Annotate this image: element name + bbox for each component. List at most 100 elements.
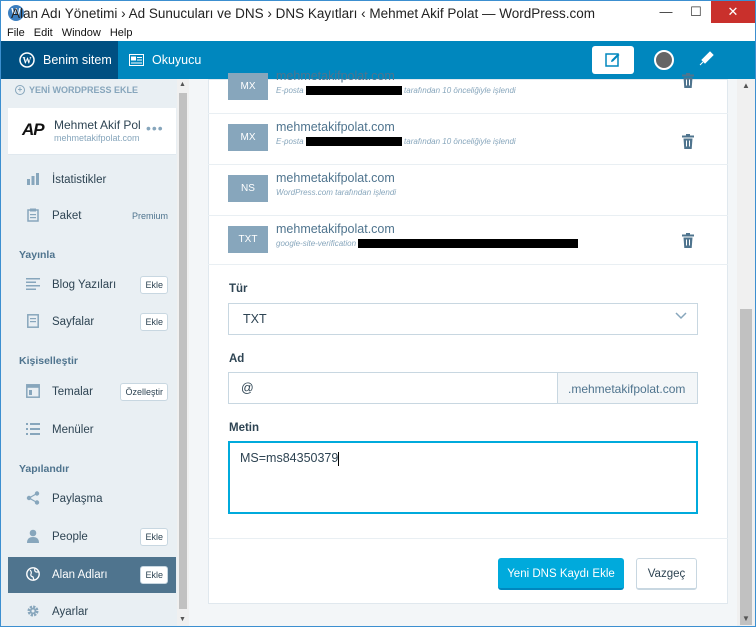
redacted-block xyxy=(305,137,402,147)
record-description: WordPress.com tarafından işlendi xyxy=(276,188,397,197)
redacted-block xyxy=(358,239,579,249)
sidebar-item-people[interactable]: People Ekle xyxy=(8,521,176,553)
gear-icon xyxy=(23,604,43,621)
site-name: Mehmet Akif Polat xyxy=(54,118,140,132)
wordpress-icon: W xyxy=(19,52,35,68)
my-site-label: Benim sitem xyxy=(43,53,112,67)
minimize-button[interactable]: — xyxy=(651,1,681,23)
menu-bar: File Edit Window Help xyxy=(1,25,755,41)
current-site-card[interactable]: AP Mehmet Akif Polat mehmetakifpolat.com… xyxy=(8,108,176,155)
menu-edit[interactable]: Edit xyxy=(34,27,53,39)
text-cursor xyxy=(338,451,340,466)
record-type-badge: TXT xyxy=(228,226,268,253)
svg-text:W: W xyxy=(23,56,32,66)
main-scrollbar[interactable]: ▲ ▼ xyxy=(737,79,755,626)
sidebar-item-label: Sayfalar xyxy=(52,316,95,328)
site-logo: AP xyxy=(22,120,45,139)
sidebar-item-label: Alan Adları xyxy=(52,569,108,581)
scroll-down-arrow-icon[interactable]: ▼ xyxy=(742,614,750,623)
reader-icon xyxy=(129,54,144,66)
share-icon xyxy=(23,490,43,508)
redacted-block xyxy=(305,86,402,96)
sidebar-item-label: İstatistikler xyxy=(52,174,107,186)
sidebar-item-label: Paket xyxy=(52,210,82,222)
sidebar-item-plan[interactable]: Paket Premium xyxy=(8,200,176,232)
type-label: Tür xyxy=(229,283,248,295)
sidebar-item-settings[interactable]: Ayarlar xyxy=(8,596,176,626)
section-heading-personalize: Kişiselleştir xyxy=(19,355,78,367)
record-text-value: MS=ms84350379 xyxy=(240,451,339,465)
sidebar-item-label: People xyxy=(52,531,88,543)
menus-icon xyxy=(23,422,43,438)
globe-icon xyxy=(23,566,43,584)
sidebar-item-domains[interactable]: Alan Adları Ekle xyxy=(8,557,176,593)
delete-record-icon[interactable] xyxy=(682,233,694,248)
menu-file[interactable]: File xyxy=(7,27,25,39)
maximize-button[interactable]: ☐ xyxy=(681,1,711,23)
posts-icon xyxy=(23,277,43,293)
customize-theme-button[interactable]: Özelleştir xyxy=(120,383,168,401)
sidebar-item-themes[interactable]: Temalar Özelleştir xyxy=(8,376,176,408)
plus-circle-icon: + xyxy=(15,85,25,95)
themes-icon xyxy=(23,383,43,401)
sidebar-item-pages[interactable]: Sayfalar Ekle xyxy=(8,306,176,338)
sidebar-scroll-thumb[interactable] xyxy=(179,93,187,609)
menu-window[interactable]: Window xyxy=(62,27,101,39)
record-name-input[interactable]: @ xyxy=(228,372,558,404)
delete-record-icon[interactable] xyxy=(682,73,694,88)
sidebar-item-menus[interactable]: Menüler xyxy=(8,414,176,446)
delete-record-icon[interactable] xyxy=(682,134,694,149)
record-name: mehmetakifpolat.com xyxy=(276,222,395,236)
person-icon xyxy=(23,529,43,546)
sidebar-item-label: Menüler xyxy=(52,424,94,436)
cancel-button[interactable]: Vazgeç xyxy=(636,558,697,590)
add-new-site-link[interactable]: + YENİ WORDPRESS EKLE xyxy=(15,85,138,95)
add-dns-record-button[interactable]: Yeni DNS Kaydı Ekle xyxy=(498,558,624,590)
record-text-input[interactable]: MS=ms84350379 xyxy=(228,441,698,514)
sidebar-item-label: Blog Yazıları xyxy=(52,279,117,291)
title-bar: W Alan Adı Yönetimi › Ad Sunucuları ve D… xyxy=(1,1,755,25)
dns-record-row: TXT mehmetakifpolat.com google-site-veri… xyxy=(208,216,728,265)
record-description: E-posta tarafından 10 önceliğiyle işlend… xyxy=(276,137,516,147)
record-name: mehmetakifpolat.com xyxy=(276,120,395,134)
record-name: mehmetakifpolat.com xyxy=(276,171,395,185)
add-domain-button[interactable]: Ekle xyxy=(140,566,168,584)
record-type-badge: MX xyxy=(228,124,268,151)
close-button[interactable]: ✕ xyxy=(711,1,755,23)
more-options-icon[interactable]: ••• xyxy=(146,120,164,136)
record-type-select[interactable]: TXT xyxy=(228,303,698,335)
section-heading-publish: Yayınla xyxy=(19,249,56,261)
reader-button[interactable]: Okuyucu xyxy=(129,41,201,79)
scroll-up-arrow-icon[interactable]: ▲ xyxy=(179,81,186,88)
sidebar-item-sharing[interactable]: Paylaşma xyxy=(8,483,176,515)
pages-icon xyxy=(23,313,43,331)
form-divider xyxy=(208,538,728,539)
domain-suffix: .mehmetakifpolat.com xyxy=(557,372,698,404)
sidebar-scrollbar[interactable]: ▲ ▼ xyxy=(177,79,189,626)
window-title: Alan Adı Yönetimi › Ad Sunucuları ve DNS… xyxy=(11,6,595,21)
main-scroll-thumb[interactable] xyxy=(740,309,752,625)
add-post-button[interactable]: Ekle xyxy=(140,276,168,294)
dns-record-row: MX mehmetakifpolat.com E-posta tarafında… xyxy=(208,114,728,165)
sidebar-item-posts[interactable]: Blog Yazıları Ekle xyxy=(8,269,176,301)
sidebar: + YENİ WORDPRESS EKLE AP Mehmet Akif Pol… xyxy=(1,79,189,626)
record-name: mehmetakifpolat.com xyxy=(276,69,395,83)
my-site-button[interactable]: W Benim sitem xyxy=(1,41,118,79)
section-heading-configure: Yapılandır xyxy=(19,463,70,475)
plan-icon xyxy=(23,208,43,225)
add-people-button[interactable]: Ekle xyxy=(140,528,168,546)
scroll-up-arrow-icon[interactable]: ▲ xyxy=(742,81,750,90)
scroll-down-arrow-icon[interactable]: ▼ xyxy=(179,616,186,623)
chevron-down-icon xyxy=(675,312,687,323)
menu-help[interactable]: Help xyxy=(110,27,133,39)
sidebar-item-stats[interactable]: İstatistikler xyxy=(8,164,176,196)
record-description: E-posta tarafından 10 önceliğiyle işlend… xyxy=(276,86,516,96)
add-site-label: YENİ WORDPRESS EKLE xyxy=(29,85,139,95)
site-url: mehmetakifpolat.com xyxy=(54,133,140,143)
text-label: Metin xyxy=(229,422,260,434)
record-type-badge: NS xyxy=(228,175,268,202)
sidebar-item-label: Paylaşma xyxy=(52,493,103,505)
add-page-button[interactable]: Ekle xyxy=(140,313,168,331)
reader-label: Okuyucu xyxy=(152,53,202,67)
sidebar-item-label: Temalar xyxy=(52,386,93,398)
